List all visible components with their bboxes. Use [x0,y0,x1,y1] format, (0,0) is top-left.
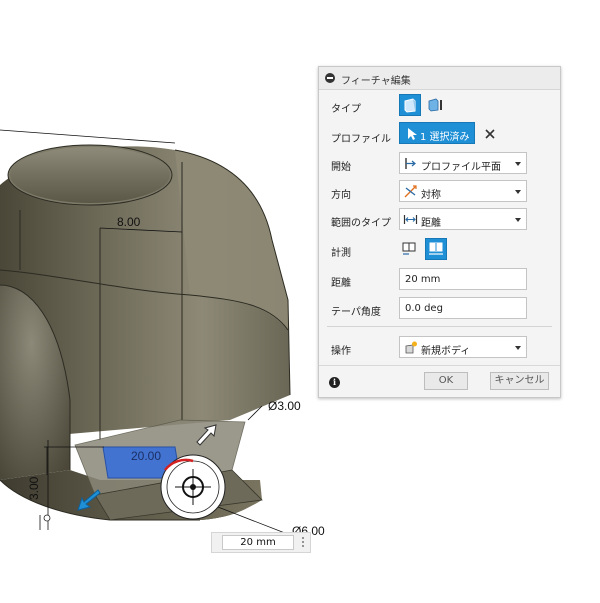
chevron-down-icon [515,162,521,166]
distance-icon [403,215,418,224]
new-body-icon [405,341,417,354]
divider [327,326,552,327]
dialog-header[interactable]: フィーチャ編集 [319,67,560,90]
dim-on-shape: 20.00 [131,449,162,463]
chevron-down-icon [515,346,521,350]
dialog-footer: i OK キャンセル [319,365,560,398]
type-thin-button[interactable] [425,94,447,116]
type-solid-button[interactable] [399,94,421,116]
profile-plane-icon [405,158,416,169]
extent-type-dropdown[interactable]: 距離 [399,208,527,230]
operation-label: 操作 [331,346,351,357]
measure-label: 計測 [331,248,351,259]
profile-selection-button[interactable]: 1 選択済み [399,122,475,144]
cursor-arrow-icon [408,128,417,140]
distance-manipulator [160,454,226,520]
more-options-icon[interactable] [301,536,305,549]
start-label: 開始 [331,162,351,173]
taper-angle-label: テーパ角度 [331,307,381,318]
measure-symmetric-button[interactable] [399,238,421,260]
thin-extrude-icon [428,98,442,112]
dim-top-width: 8.00 [117,215,141,229]
operation-dropdown[interactable]: 新規ボディ [399,336,527,358]
taper-angle-field[interactable]: 0.0 deg [399,297,527,319]
start-dropdown[interactable]: プロファイル平面 [399,152,527,174]
start-value: プロファイル平面 [421,162,501,173]
distance-input-box: 20 mm [211,532,311,553]
symmetric-icon [404,185,417,198]
clear-selection-icon[interactable] [484,128,496,140]
info-icon[interactable]: i [329,377,340,388]
dim-height: 3.00 [27,476,41,500]
measure-whole-button[interactable] [425,238,447,260]
direction-value: 対称 [421,190,441,201]
dim-hole-small: Ø3.00 [268,399,301,413]
type-label: タイプ [331,104,361,115]
edit-feature-dialog: フィーチャ編集 タイプ プロファイル 1 選択済み 開始 プロファイル平面 方向… [318,66,561,398]
solid-extrude-icon [404,98,416,113]
extent-type-label: 範囲のタイプ [331,218,391,229]
profile-label: プロファイル [331,134,391,145]
dialog-title: フィーチャ編集 [341,76,411,87]
direction-dropdown[interactable]: 対称 [399,180,527,202]
whole-length-icon [429,242,443,255]
extent-type-value: 距離 [421,218,441,229]
ok-button[interactable]: OK [424,372,468,390]
direction-label: 方向 [331,190,351,201]
distance-input-field[interactable]: 20 mm [222,535,294,550]
distance-field[interactable]: 20 mm [399,268,527,290]
operation-value: 新規ボディ [421,346,471,357]
chevron-down-icon [515,218,521,222]
chevron-down-icon [515,190,521,194]
half-length-icon [402,242,416,255]
distance-label: 距離 [331,278,351,289]
profile-selection-text: 1 選択済み [420,132,470,143]
collapse-icon[interactable] [325,73,335,83]
cancel-button[interactable]: キャンセル [490,372,549,390]
